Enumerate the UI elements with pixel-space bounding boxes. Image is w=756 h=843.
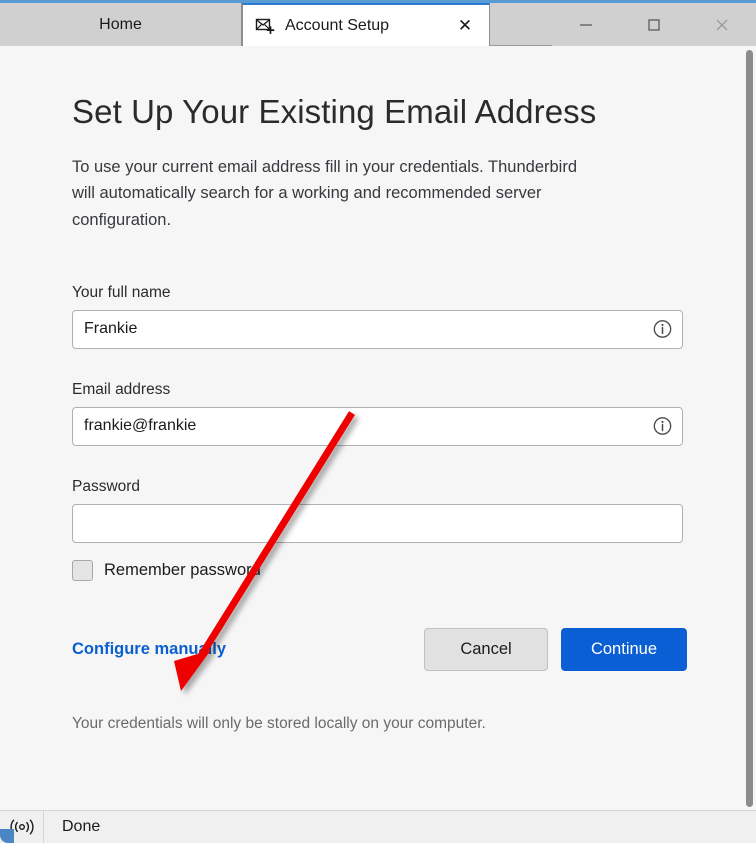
- continue-button[interactable]: Continue: [561, 627, 687, 671]
- form-actions: Configure manually Cancel Continue: [72, 627, 687, 671]
- field-full-name: Your full name: [72, 284, 684, 349]
- mail-plus-icon: [255, 16, 275, 36]
- full-name-input-wrap: [72, 309, 683, 349]
- window-bottom-left-corner: [0, 829, 14, 843]
- status-text: Done: [62, 818, 101, 835]
- password-input-wrap: [72, 503, 683, 543]
- email-input[interactable]: [72, 406, 683, 446]
- window-controls: [552, 3, 756, 46]
- tab-account-setup[interactable]: Account Setup ✕: [242, 3, 490, 46]
- info-circle-icon[interactable]: [653, 320, 672, 339]
- configure-manually-link[interactable]: Configure manually: [72, 640, 226, 659]
- close-icon[interactable]: [688, 3, 756, 46]
- password-input[interactable]: [72, 503, 683, 543]
- tab-home[interactable]: Home: [0, 3, 242, 46]
- tabstrip-spacer: [490, 3, 552, 45]
- field-email: Email address: [72, 381, 684, 446]
- full-name-label: Your full name: [72, 283, 171, 301]
- account-setup-form: Your full name Emai: [72, 284, 687, 733]
- status-bar: Done: [0, 810, 756, 843]
- thunderbird-account-setup-window: Home Account Setup ✕ Set Up Your Existin…: [0, 0, 756, 843]
- maximize-icon[interactable]: [620, 3, 688, 46]
- remember-password-row[interactable]: Remember password: [72, 559, 684, 581]
- tab-strip: Home Account Setup ✕: [0, 3, 756, 46]
- full-name-input[interactable]: [72, 309, 683, 349]
- setup-content-area: Set Up Your Existing Email Address To us…: [0, 47, 756, 810]
- page-title: Set Up Your Existing Email Address: [72, 93, 597, 130]
- info-circle-icon[interactable]: [653, 417, 672, 436]
- remember-password-label: Remember password: [104, 560, 261, 579]
- password-label: Password: [72, 477, 141, 495]
- cancel-button[interactable]: Cancel: [424, 627, 548, 671]
- tab-close-icon[interactable]: ✕: [453, 14, 477, 38]
- minimize-icon[interactable]: [552, 3, 620, 46]
- email-label: Email address: [72, 380, 171, 398]
- tab-account-setup-label: Account Setup: [285, 16, 390, 34]
- button-group: Cancel Continue: [424, 627, 687, 671]
- remember-password-checkbox[interactable]: [72, 559, 93, 581]
- credentials-footnote: Your credentials will only be stored loc…: [72, 714, 486, 732]
- setup-inner: Set Up Your Existing Email Address To us…: [0, 47, 756, 733]
- vertical-scrollbar-track[interactable]: [740, 47, 756, 810]
- field-password: Password: [72, 478, 684, 543]
- tab-home-label: Home: [99, 15, 142, 33]
- page-subtitle: To use your current email address fill i…: [72, 157, 578, 230]
- vertical-scrollbar-thumb[interactable]: [746, 50, 753, 807]
- email-input-wrap: [72, 406, 683, 446]
